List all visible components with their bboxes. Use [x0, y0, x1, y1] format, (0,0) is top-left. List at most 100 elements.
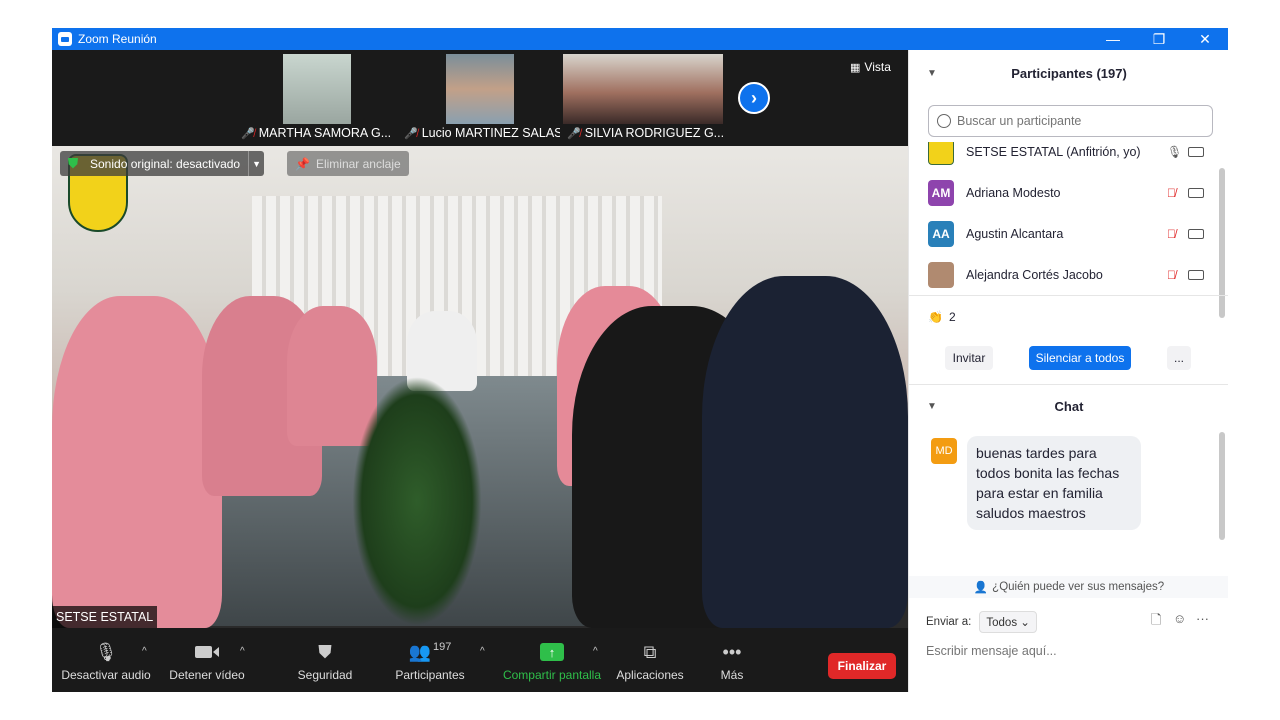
participants-count: 197	[433, 641, 452, 653]
minimize-button[interactable]: —	[1090, 28, 1136, 50]
avatar	[928, 142, 954, 165]
participant-video	[563, 54, 723, 124]
emoji-icon[interactable]: ☺	[1173, 611, 1186, 626]
chat-input[interactable]	[926, 640, 1216, 662]
participant-name: Adriana Modesto	[966, 186, 1061, 200]
chevron-down-icon[interactable]: ▼	[927, 68, 937, 79]
participant-row[interactable]: AM Adriana Modesto 🎙̸	[909, 173, 1219, 213]
reactions-summary: 👏 2	[928, 310, 956, 324]
apps-button[interactable]: ⧉ Aplicaciones	[612, 628, 688, 692]
chat-title: Chat	[1054, 398, 1084, 414]
share-options-caret[interactable]: ^	[593, 646, 598, 657]
participant-search[interactable]	[928, 105, 1213, 137]
original-sound-control[interactable]: ⛊ Sonido original: desactivado ▼	[60, 151, 265, 176]
shield-check-icon: ⛊	[67, 155, 79, 171]
participants-button[interactable]: 👥 197 Participantes	[390, 628, 470, 692]
share-arrow-icon: ↑	[540, 643, 564, 661]
reaction-count: 2	[948, 310, 956, 324]
side-panel: ▼ Participantes (197) SETSE ESTATAL (Anf…	[908, 50, 1228, 692]
share-screen-button[interactable]: ↑ Compartir pantalla	[497, 628, 607, 692]
security-button[interactable]: ⛊ Seguridad	[290, 628, 360, 692]
video-thumbnail[interactable]: 🎤̸ MARTHA SAMORA G...	[237, 54, 397, 142]
video-options-caret[interactable]: ^	[240, 646, 245, 657]
participant-row[interactable]: SETSE ESTATAL (Anfitrión, yo) 🎙	[909, 142, 1219, 172]
original-sound-label: Sonido original: desactivado	[90, 156, 241, 171]
muted-mic-icon: 🎤̸	[567, 127, 581, 140]
close-button[interactable]: ✕	[1182, 28, 1228, 50]
thumbnail-strip: 🎤̸ MARTHA SAMORA G... 🎤̸ Lucio MARTINEZ SA…	[52, 50, 908, 146]
main-video: ⛊ Sonido original: desactivado ▼ 📌 Elimi…	[52, 146, 908, 628]
unpin-button[interactable]: 📌 Eliminar anclaje	[287, 151, 409, 176]
restore-button[interactable]: ❐	[1136, 28, 1182, 50]
video-off-icon[interactable]	[1188, 270, 1204, 280]
participants-title: Participantes (197)	[1011, 65, 1127, 81]
participant-row[interactable]: AA Agustin Alcantara 🎙̸	[909, 214, 1219, 254]
chat-message: buenas tardes para todos bonita las fech…	[967, 436, 1141, 530]
participant-list: SETSE ESTATAL (Anfitrión, yo) 🎙 AM Adria…	[909, 142, 1219, 292]
invite-button[interactable]: Invitar	[945, 346, 993, 370]
video-thumbnail[interactable]: 🎤̸ SILVIA RODRIGUEZ G...	[563, 54, 723, 142]
stop-video-label: Detener vídeo	[169, 668, 245, 682]
microphone-icon[interactable]: 🎙	[1167, 145, 1182, 159]
zoom-app-icon	[58, 32, 72, 46]
chat-scrollbar[interactable]	[1219, 432, 1225, 540]
person-lock-icon: 👤	[973, 582, 989, 594]
mute-all-button[interactable]: Silenciar a todos	[1029, 346, 1131, 370]
muted-mic-icon: 🎤̸	[241, 127, 255, 140]
chevron-right-icon: ›	[751, 87, 757, 108]
muted-mic-icon[interactable]: 🎙̸	[1167, 268, 1176, 282]
shield-icon: ⛊	[318, 641, 332, 662]
title-bar: Zoom Reunión — ❐ ✕	[52, 28, 1228, 50]
avatar: AM	[928, 180, 954, 206]
audio-options-caret[interactable]: ^	[142, 646, 147, 657]
participant-figure	[52, 296, 222, 628]
avatar: AA	[928, 221, 954, 247]
zoom-window: Zoom Reunión — ❐ ✕ 🎤̸ MARTHA SAMORA G... …	[52, 28, 1228, 692]
window-title: Zoom Reunión	[78, 32, 157, 46]
chevron-down-icon[interactable]: ▼	[248, 151, 264, 176]
send-to-label: Enviar a:	[926, 616, 972, 628]
next-page-button[interactable]: ›	[738, 82, 770, 114]
more-dots-icon[interactable]: ···	[1196, 611, 1209, 626]
recipient-select[interactable]: Todos ⌄	[979, 611, 1037, 633]
message-visibility-link[interactable]: 👤 ¿Quién puede ver sus mensajes?	[909, 576, 1228, 598]
view-label: Vista	[864, 60, 891, 74]
apps-icon: ⧉	[643, 641, 657, 662]
more-label: Más	[720, 668, 744, 682]
mute-audio-label: Desactivar audio	[61, 668, 151, 682]
avatar	[928, 262, 954, 288]
christmas-garland	[352, 376, 482, 626]
participant-video	[283, 54, 351, 124]
more-button[interactable]: ••• Más	[707, 628, 757, 692]
participants-icon: 👥 197	[408, 641, 452, 662]
participants-options-caret[interactable]: ^	[480, 646, 485, 657]
participants-more-button[interactable]: ...	[1167, 346, 1191, 370]
chevron-down-icon[interactable]: ▼	[927, 401, 937, 412]
view-button[interactable]: ▦ Vista	[850, 60, 891, 74]
video-area: 🎤̸ MARTHA SAMORA G... 🎤̸ Lucio MARTINEZ SA…	[52, 50, 908, 628]
muted-mic-icon[interactable]: 🎙̸	[1167, 186, 1176, 200]
microphone-icon: 🎙	[94, 641, 118, 662]
more-dots-icon: •••	[722, 641, 742, 662]
pin-icon: 📌	[295, 156, 310, 171]
muted-mic-icon[interactable]: 🎙̸	[1167, 227, 1176, 241]
participant-name: SETSE ESTATAL (Anfitrión, yo)	[966, 145, 1141, 159]
thumbnail-name: Lucio MARTINEZ SALAS	[421, 126, 560, 140]
video-thumbnail[interactable]: 🎤̸ Lucio MARTINEZ SALAS	[400, 54, 560, 142]
muted-mic-icon: 🎤̸	[404, 127, 418, 140]
video-off-icon[interactable]	[1188, 229, 1204, 239]
mute-audio-button[interactable]: 🎙 Desactivar audio	[61, 628, 151, 692]
search-input[interactable]	[957, 114, 1197, 128]
video-camera-icon[interactable]	[1188, 147, 1204, 157]
participant-row[interactable]: Alejandra Cortés Jacobo 🎙̸	[909, 255, 1219, 292]
participants-label: Participantes	[395, 668, 465, 682]
stop-video-button[interactable]: Detener vídeo	[167, 628, 247, 692]
participants-header: ▼ Participantes (197)	[909, 57, 1228, 89]
file-icon[interactable]: 🗋	[1151, 611, 1161, 633]
grid-icon: ▦	[850, 61, 861, 74]
end-meeting-button[interactable]: Finalizar	[828, 653, 896, 679]
security-label: Seguridad	[297, 668, 353, 682]
participant-name: Alejandra Cortés Jacobo	[966, 268, 1103, 282]
video-off-icon[interactable]	[1188, 188, 1204, 198]
participant-figure	[702, 276, 908, 628]
